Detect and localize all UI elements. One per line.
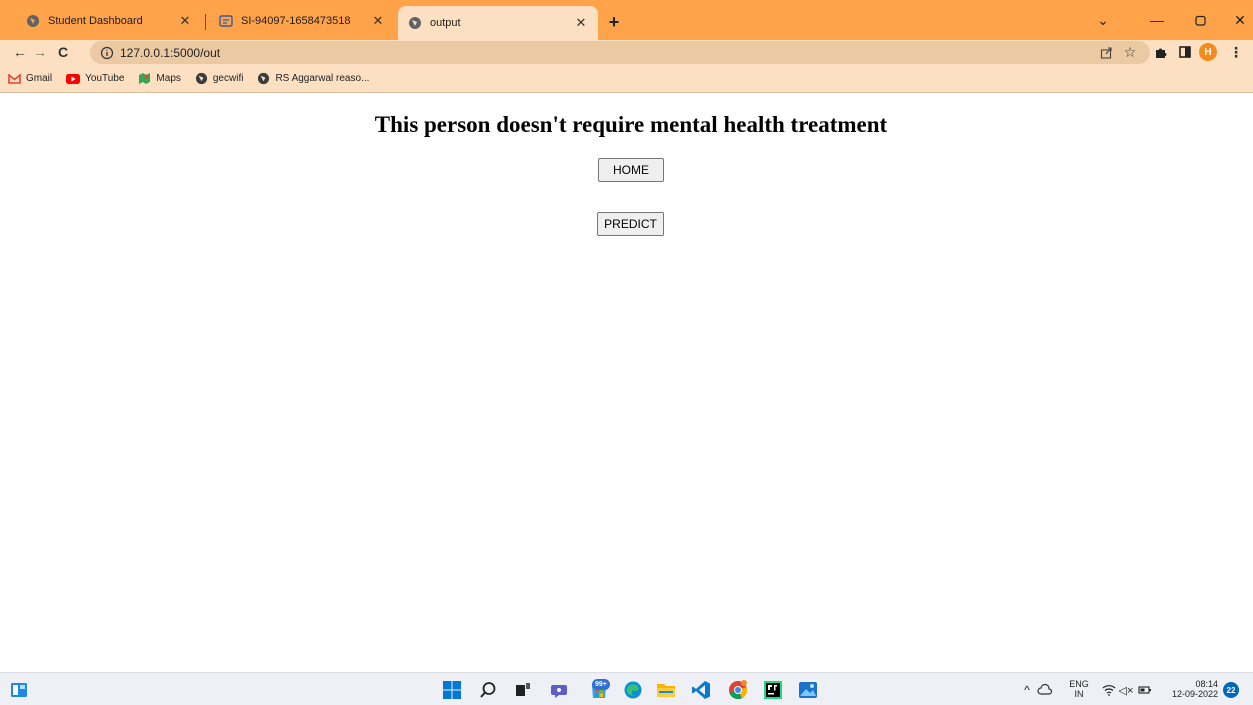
forward-arrow-icon[interactable]: → [30,42,50,62]
tab-output[interactable]: output ✕ [398,6,598,40]
tab-divider [205,14,206,30]
clock-time: 08:14 [1195,679,1218,689]
tab-si-94097[interactable]: SI-94097-1658473518 ✕ [209,6,395,36]
back-arrow-icon[interactable]: ← [10,42,30,62]
profile-avatar[interactable]: H [1199,43,1217,61]
language-code: ENG [1069,679,1089,689]
bookmark-label: RS Aggarwal reaso... [275,73,370,84]
page-content: This person doesn't require mental healt… [0,94,1253,672]
page-title: This person doesn't require mental healt… [374,112,888,137]
bookmark-star-icon[interactable]: ☆ [1120,42,1140,62]
browser-toolbar: ← → C 127.0.0.1:5000/out ☆ H ⋮ [0,40,1253,65]
extensions-puzzle-icon[interactable] [1150,42,1170,62]
tab-title: Student Dashboard [48,15,143,27]
task-view-icon[interactable] [512,679,534,701]
start-windows-icon[interactable] [441,679,463,701]
bookmarks-bar: Gmail YouTube Maps gecwifi RS Aggarwal r… [0,65,1253,93]
restore-icon[interactable] [1185,8,1215,32]
clock[interactable]: 08:14 12-09-2022 [1162,679,1218,699]
close-icon[interactable]: ✕ [572,14,590,32]
bookmark-label: Maps [156,73,181,84]
tab-title: SI-94097-1658473518 [241,15,351,27]
file-explorer-icon[interactable] [655,679,677,701]
teams-chat-icon[interactable] [548,679,570,701]
chrome-icon[interactable] [727,679,749,701]
pycharm-icon[interactable] [762,679,784,701]
menu-kebab-icon[interactable]: ⋮ [1226,42,1246,62]
bookmark-label: YouTube [85,73,125,84]
search-icon[interactable] [477,679,499,701]
onedrive-cloud-icon[interactable] [1034,679,1056,701]
info-icon[interactable] [100,46,114,60]
home-button[interactable]: HOME [598,158,664,182]
tab-student-dashboard[interactable]: Student Dashboard ✕ [16,6,202,36]
address-bar[interactable]: 127.0.0.1:5000/out [90,41,1150,64]
windows-taskbar: 99+ ^ ENG IN ◁× 08:14 12-09-2022 22 [0,672,1253,705]
bookmark-rs-aggarwal[interactable]: RS Aggarwal reaso... [257,72,369,85]
input-language[interactable]: ENG IN [1067,679,1091,699]
bookmark-youtube[interactable]: YouTube [66,73,124,84]
share-icon[interactable] [1096,42,1116,62]
globe-icon [27,15,39,27]
vscode-icon[interactable] [690,679,712,701]
youtube-icon [66,73,81,84]
battery-icon[interactable] [1134,679,1156,701]
globe-icon [409,17,421,29]
side-panel-icon[interactable] [1175,42,1195,62]
maps-icon [139,73,151,84]
region-code: IN [1074,689,1084,699]
predict-button[interactable]: PREDICT [597,212,664,236]
bookmark-maps[interactable]: Maps [138,72,181,85]
notification-count-badge[interactable]: 22 [1223,682,1239,698]
minimize-icon[interactable]: — [1142,8,1172,32]
gmail-icon [8,73,21,84]
tab-search-chevron-icon[interactable]: ⌄ [1088,8,1118,32]
bookmark-gmail[interactable]: Gmail [8,73,52,84]
bookmark-gecwifi[interactable]: gecwifi [195,72,244,85]
window-close-icon[interactable]: ✕ [1225,8,1253,32]
widgets-icon[interactable] [8,679,30,701]
store-badge: 99+ [592,679,610,690]
bookmark-label: Gmail [26,73,53,84]
reload-icon[interactable]: C [53,42,73,62]
close-icon[interactable]: ✕ [176,12,194,30]
document-icon [219,15,233,27]
globe-icon [258,72,270,85]
tab-title: output [430,17,461,29]
close-icon[interactable]: ✕ [369,12,387,30]
new-tab-button[interactable]: + [604,12,624,32]
url-text: 127.0.0.1:5000/out [120,45,221,60]
clock-date: 12-09-2022 [1171,689,1218,699]
edge-browser-icon[interactable] [622,679,644,701]
globe-icon [195,72,207,85]
photos-icon[interactable] [797,679,819,701]
bookmark-label: gecwifi [212,73,244,84]
tab-strip: Student Dashboard ✕ SI-94097-1658473518 … [0,0,1253,40]
